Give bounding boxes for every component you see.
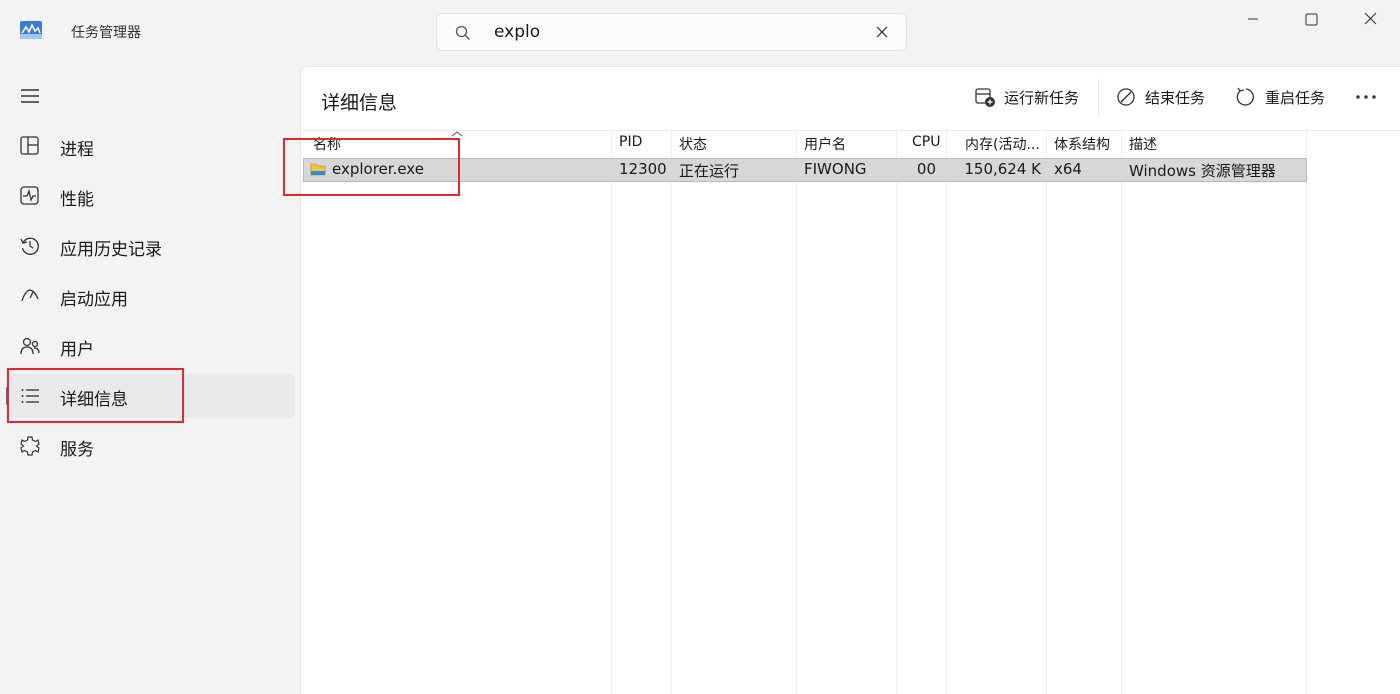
sidebar-item-performance[interactable]: 性能 (6, 174, 295, 218)
column-divider[interactable] (796, 131, 797, 694)
column-header-status[interactable]: 状态 (679, 134, 707, 154)
highlight-box-explorer-row (283, 138, 460, 196)
highlight-box-details-tab (7, 368, 184, 423)
run-new-task-label: 运行新任务 (1004, 89, 1080, 107)
new-task-icon (975, 88, 995, 107)
processes-icon (20, 136, 39, 155)
restart-task-label: 重启任务 (1265, 89, 1326, 107)
app-title: 任务管理器 (71, 25, 141, 41)
maximize-button[interactable] (1283, 0, 1341, 38)
sidebar-item-label: 进程 (60, 140, 94, 160)
more-options-icon[interactable] (1351, 85, 1381, 109)
sidebar-item-startup-apps[interactable]: 启动应用 (6, 274, 295, 318)
search-input[interactable]: explo (436, 13, 907, 51)
column-divider[interactable] (1121, 131, 1122, 694)
cell-username: FIWONG (804, 160, 867, 178)
search-value[interactable]: explo (494, 22, 540, 42)
column-divider[interactable] (1306, 131, 1307, 694)
column-divider[interactable] (671, 131, 672, 694)
sidebar-item-app-history[interactable]: 应用历史记录 (6, 224, 295, 268)
close-window-button[interactable] (1341, 0, 1399, 38)
column-header-architecture[interactable]: 体系结构 (1054, 134, 1110, 154)
restart-icon (1236, 87, 1254, 106)
cell-description: Windows 资源管理器 (1129, 162, 1276, 180)
startup-icon (21, 289, 39, 302)
column-divider[interactable] (1046, 131, 1047, 694)
services-icon (20, 436, 40, 456)
hamburger-menu-icon[interactable] (19, 85, 41, 107)
column-header-memory[interactable]: 内存(活动... (965, 134, 1040, 154)
page-title: 详细信息 (321, 92, 398, 114)
sidebar-item-label: 启动应用 (60, 290, 128, 310)
run-new-task-button[interactable]: 运行新任务 (974, 85, 1094, 109)
column-header-cpu[interactable]: CPU (912, 134, 940, 150)
search-icon (455, 25, 470, 40)
cell-cpu: 00 (916, 160, 936, 178)
task-manager-logo-icon (20, 21, 42, 39)
close-icon[interactable] (873, 23, 891, 41)
cell-status: 正在运行 (679, 162, 740, 180)
end-task-label: 结束任务 (1145, 89, 1206, 107)
sidebar-item-services[interactable]: 服务 (6, 424, 295, 468)
sidebar-item-label: 性能 (60, 190, 94, 210)
minimize-button[interactable] (1225, 0, 1283, 38)
column-divider[interactable] (896, 131, 897, 694)
performance-icon (20, 186, 39, 205)
sidebar-item-processes[interactable]: 进程 (6, 124, 295, 168)
cell-pid: 12300 (619, 160, 667, 178)
toolbar-divider (1098, 79, 1099, 115)
restart-task-button[interactable]: 重启任务 (1235, 85, 1335, 109)
sidebar-item-users[interactable]: 用户 (6, 324, 295, 368)
column-header-username[interactable]: 用户名 (804, 134, 846, 154)
cell-memory: 150,624 K (964, 160, 1041, 178)
sidebar-item-label: 用户 (60, 340, 94, 360)
end-task-icon (1117, 88, 1135, 106)
column-header-description[interactable]: 描述 (1129, 134, 1157, 154)
history-icon (20, 237, 39, 255)
column-header-pid[interactable]: PID (619, 134, 642, 150)
details-panel: 详细信息 运行新任务 结束任务 重启任务 名称 PID 状态 用户名 CPU 内… (300, 66, 1400, 694)
sidebar-item-label: 应用历史记录 (60, 240, 162, 260)
end-task-button[interactable]: 结束任务 (1115, 85, 1215, 109)
column-divider[interactable] (946, 131, 947, 694)
cell-architecture: x64 (1054, 160, 1082, 178)
sort-ascending-icon (451, 131, 463, 137)
table-header (301, 130, 1400, 157)
title-bar: 任务管理器 explo (0, 0, 1400, 66)
column-divider[interactable] (611, 131, 612, 694)
users-icon (20, 337, 40, 355)
sidebar-item-label: 服务 (60, 440, 94, 460)
